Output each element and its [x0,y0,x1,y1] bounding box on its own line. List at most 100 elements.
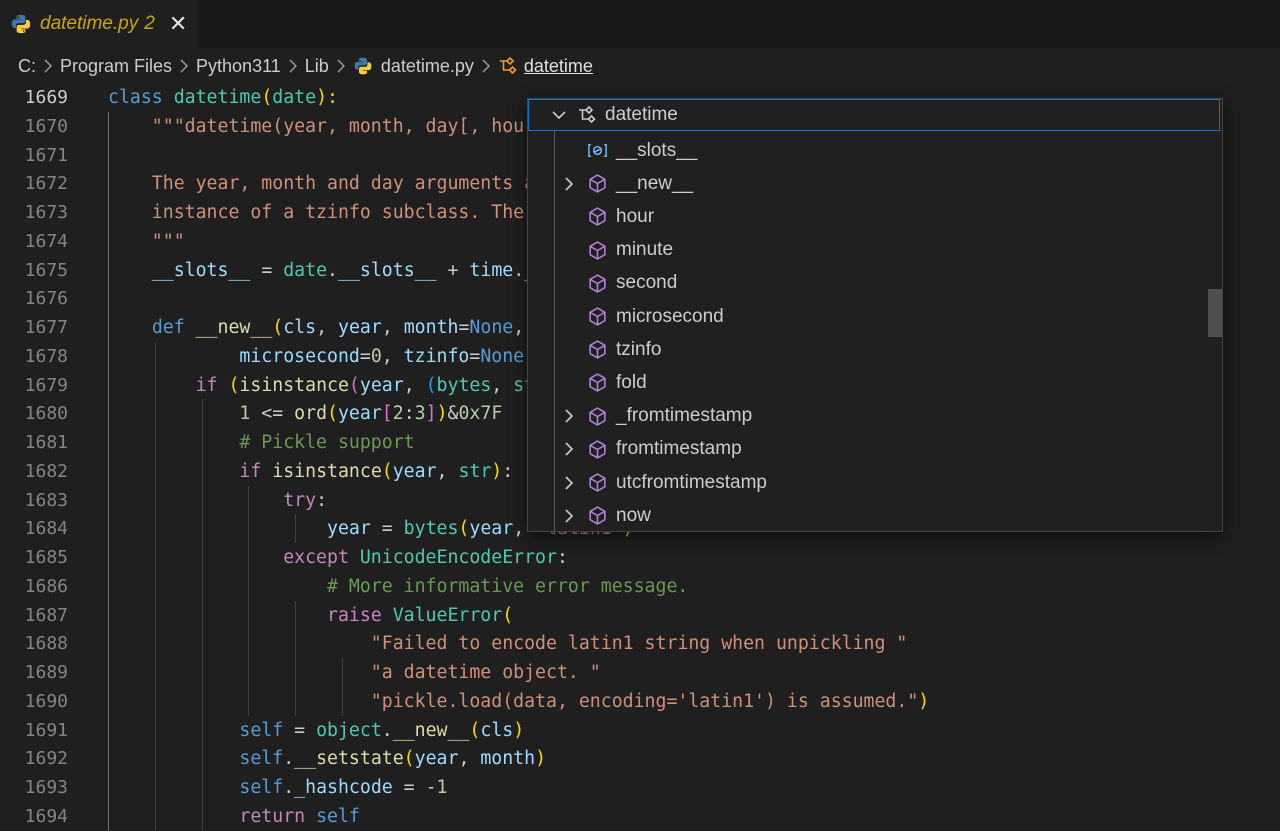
code-token: = [469,345,481,367]
code-line[interactable]: 1694 return self [0,802,1280,831]
chevron-right-icon[interactable] [560,175,578,193]
breadcrumb-lib[interactable]: Lib [305,56,329,77]
breadcrumb-symbol-datetime[interactable]: datetime [524,56,593,77]
code-token: __slots__ [151,259,251,281]
outline-item-tzinfo[interactable]: tzinfo [528,333,1208,366]
method-symbol-icon [587,372,608,393]
line-number: 1694 [24,805,68,827]
code-line[interactable]: 1690 "pickle.load(data, encoding='latin1… [0,687,1280,716]
code-token: year [337,403,382,425]
code-token: 0x7F [458,403,503,425]
code-text: if isinstance(year, str): [108,457,513,486]
code-token: __setstate [294,748,404,770]
breadcrumb-program-files[interactable]: Program Files [60,56,172,77]
code-line[interactable]: 1688 "Failed to encode latin1 string whe… [0,629,1280,658]
code-token: # More informative error message. [327,575,689,597]
line-number: 1690 [24,690,68,712]
code-token: ( [381,460,393,482]
outline-item-microsecond[interactable]: microsecond [528,300,1208,333]
outline-item-label: minute [616,239,674,261]
code-token: 1 [239,403,251,425]
line-number: 1680 [24,403,68,425]
outline-item-minute[interactable]: minute [528,234,1208,267]
chevron-right-icon [335,59,347,73]
outline-item-new[interactable]: __new__ [528,167,1208,200]
code-token: ) [436,403,448,425]
code-line[interactable]: 1693 self._hashcode = -1 [0,773,1280,802]
outline-scrollbar-thumb[interactable] [1208,289,1222,337]
code-token: __slots__ [338,259,437,281]
code-token: tzinfo [403,345,470,367]
code-token: ) [535,748,547,770]
python-icon [354,57,372,75]
line-number: 1689 [24,662,68,683]
outline-item-slots[interactable]: __slots__ [528,134,1208,167]
code-line[interactable]: 1686 # More informative error message. [0,572,1280,601]
code-line[interactable]: 1689 "a datetime object. " [0,658,1280,687]
breadcrumb-drive[interactable]: C: [18,56,36,77]
code-line[interactable]: 1685 except UnicodeEncodeError: [0,543,1280,572]
code-token: isinstance [239,374,349,396]
code-token: try [283,489,317,511]
method-symbol-icon [587,406,608,427]
chevron-right-icon[interactable] [560,440,578,458]
code-token: bytes [403,518,459,540]
indent-guide [295,514,297,543]
outline-item-label: _fromtimestamp [616,405,753,427]
code-token: """ [108,230,185,252]
outline-item-label: fold [616,371,647,393]
code-token: raise [327,604,393,626]
code-text: "pickle.load(data, encoding='latin1') is… [108,687,929,716]
code-token: return [239,805,317,827]
code-token: time [469,259,514,281]
code-token: date [272,87,317,108]
chevron-right-icon [287,59,299,73]
line-number: 1685 [24,547,68,568]
code-token: . [513,259,525,281]
code-token: year [469,518,514,540]
code-token: def [151,317,196,338]
method-symbol-icon [587,173,608,194]
outline-item-utcfromtimestamp[interactable]: utcfromtimestamp [528,466,1208,499]
code-line[interactable]: 1687 raise ValueError( [0,601,1280,630]
breadcrumb-python311[interactable]: Python311 [196,56,281,77]
code-token: , [491,374,514,396]
chevron-right-icon[interactable] [560,407,578,425]
breadcrumb-file[interactable]: datetime.py [381,56,474,77]
outline-item-fold[interactable]: fold [528,366,1208,399]
line-number: 1682 [24,460,68,482]
indent-guide [201,399,203,831]
code-token: ord [294,403,328,425]
code-token: str [458,460,492,482]
outline-item-now[interactable]: now [528,499,1208,531]
code-token: year [392,460,437,482]
code-token: ( [272,317,284,338]
line-number: 1688 [24,633,68,655]
outline-item-fromtimestamp[interactable]: _fromtimestamp [528,400,1208,433]
method-symbol-icon [587,306,608,327]
code-token: year [414,748,459,770]
code-token: ( [261,87,273,108]
outline-item-hour[interactable]: hour [528,200,1208,233]
chevron-right-icon[interactable] [560,474,578,492]
code-token: ( [425,374,437,396]
outline-root-datetime[interactable]: datetime [528,99,1220,131]
chevron-right-icon[interactable] [560,507,578,525]
code-token: month [480,748,536,770]
outline-item-second[interactable]: second [528,267,1208,300]
code-line[interactable]: 1691 self = object.__new__(cls) [0,716,1280,745]
line-number: 1671 [24,144,68,166]
code-line[interactable]: 1692 self.__setstate(year, month) [0,744,1280,773]
code-token: ) [513,719,525,741]
outline-item-fromtimestamp[interactable]: fromtimestamp [528,433,1208,466]
code-token: "a datetime object. " [370,662,601,683]
editor-tab-datetime[interactable]: datetime.py 2 ✕ [0,0,198,48]
close-tab-button[interactable]: ✕ [169,13,187,35]
method-symbol-icon [587,273,608,294]
python-icon [11,14,31,34]
code-token: 0 [370,345,382,367]
